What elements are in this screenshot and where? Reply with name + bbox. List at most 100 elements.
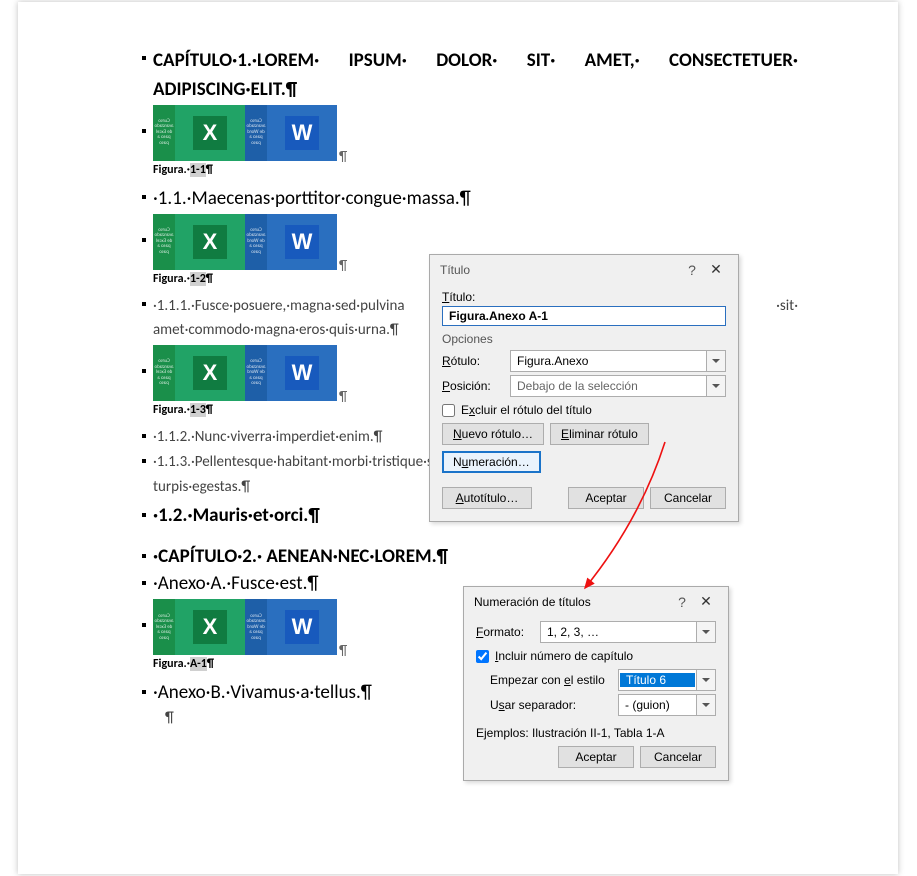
h3-text-b: ·sit· bbox=[776, 296, 798, 318]
book-spine: Curso avanzado de Word paso a paso bbox=[245, 599, 267, 655]
posicion-label: Posición: bbox=[442, 379, 502, 393]
include-chapter-checkbox[interactable]: Incluir número de capítulo bbox=[476, 649, 716, 663]
word-book-image: Curso avanzado de Word paso a paso W bbox=[245, 345, 337, 401]
excel-book-image: Curso avanzado de Excel paso a paso X bbox=[153, 345, 245, 401]
checkbox-input[interactable] bbox=[442, 404, 455, 417]
separator-label: Usar separador: bbox=[490, 698, 610, 712]
h3-text-b: turpis·egestas.¶ bbox=[153, 478, 250, 496]
caption-end: ¶ bbox=[206, 163, 213, 177]
book-spine: Curso avanzado de Excel paso a paso bbox=[153, 599, 175, 655]
book-cover: X bbox=[175, 345, 245, 401]
ok-button[interactable]: Aceptar bbox=[558, 746, 634, 768]
help-icon[interactable]: ? bbox=[670, 594, 694, 610]
word-icon: W bbox=[285, 116, 319, 150]
exclude-label-checkbox[interactable]: Excluir el rótulo del título bbox=[442, 403, 726, 417]
excel-book-image: Curso avanzado de Excel paso a paso X bbox=[153, 599, 245, 655]
word-icon: W bbox=[285, 610, 319, 644]
cancel-button[interactable]: Cancelar bbox=[640, 746, 716, 768]
excel-icon: X bbox=[193, 356, 227, 390]
dialog-titlebar[interactable]: Título ? ✕ bbox=[430, 255, 738, 282]
start-style-row: Empezar con el estilo Título 6 bbox=[490, 669, 716, 691]
book-spine: Curso avanzado de Excel paso a paso bbox=[153, 345, 175, 401]
accel-key: T bbox=[442, 290, 449, 304]
accel-key: e bbox=[564, 673, 571, 687]
combo-value: Título 6 bbox=[620, 673, 695, 687]
para-bullet bbox=[142, 513, 146, 517]
accel-key: P bbox=[442, 379, 450, 393]
excel-icon: X bbox=[193, 225, 227, 259]
pilcrow-mark: ¶ bbox=[339, 257, 347, 274]
para-bullet bbox=[142, 459, 146, 463]
caption-title-input[interactable] bbox=[442, 306, 726, 326]
caption-dialog[interactable]: Título ? ✕ Título: Opciones Rótulo: Figu… bbox=[429, 254, 739, 522]
caption-prefix: Figura.· bbox=[153, 403, 190, 417]
start-style-combo[interactable]: Título 6 bbox=[618, 669, 716, 691]
book-cover: W bbox=[267, 345, 337, 401]
book-cover: W bbox=[267, 214, 337, 270]
excel-book-image: Curso avanzado de Excel paso a paso X bbox=[153, 214, 245, 270]
caption-numbering-dialog[interactable]: Numeración de títulos ? ✕ Formato: 1, 2,… bbox=[463, 586, 729, 781]
examples-label: Ejemplos: Ilustración II-1, Tabla 1-A bbox=[476, 726, 716, 740]
new-label-button[interactable]: Nuevo rótulo… bbox=[442, 423, 544, 445]
para-bullet bbox=[142, 434, 146, 438]
para-bullet bbox=[142, 56, 146, 60]
para-bullet bbox=[142, 623, 146, 627]
caption-prefix: Figura.· bbox=[153, 163, 190, 177]
format-label: Formato: bbox=[476, 625, 532, 639]
book-spine: Curso avanzado de Word paso a paso bbox=[245, 214, 267, 270]
label-row-rotulo: Rótulo: Figura.Anexo bbox=[442, 350, 726, 372]
h2-text: ·1.2.·Mauris·et·orci.¶ bbox=[153, 504, 320, 527]
format-combo[interactable]: 1, 2, 3, … bbox=[540, 621, 716, 643]
close-icon[interactable]: ✕ bbox=[694, 593, 718, 610]
word-icon: W bbox=[285, 225, 319, 259]
close-icon[interactable]: ✕ bbox=[704, 261, 728, 278]
accel-key: A bbox=[456, 491, 464, 505]
accel-key: I bbox=[495, 649, 498, 663]
chevron-down-icon[interactable] bbox=[696, 695, 715, 715]
pilcrow-mark: ¶ bbox=[339, 148, 347, 165]
delete-label-button[interactable]: Eliminar rótulo bbox=[550, 423, 649, 445]
options-label: Opciones bbox=[442, 332, 726, 346]
book-cover: X bbox=[175, 214, 245, 270]
h2-text: ·1.1.·Maecenas·porttitor·congue·massa.¶ bbox=[153, 187, 471, 210]
posicion-combo[interactable]: Debajo de la selección bbox=[510, 375, 726, 397]
dialog-title: Título bbox=[440, 263, 680, 277]
para-bullet bbox=[142, 195, 146, 199]
chevron-down-icon[interactable] bbox=[696, 622, 715, 642]
pilcrow-mark: ¶ bbox=[339, 388, 347, 405]
checkbox-label: Excluir el rótulo del título bbox=[461, 403, 592, 417]
h3-text-a: ·1.1.1.·Fusce·posuere,·magna·sed·pulvina bbox=[153, 297, 405, 315]
dialog-body: Formato: 1, 2, 3, … Incluir número de ca… bbox=[464, 614, 728, 780]
button-row: Aceptar Cancelar bbox=[476, 746, 716, 768]
format-row: Formato: 1, 2, 3, … bbox=[476, 621, 716, 643]
cancel-button[interactable]: Cancelar bbox=[650, 487, 726, 509]
heading-1-ch2: ·CAPÍTULO·2.· AENEAN·NEC·LOREM.¶ bbox=[153, 545, 798, 568]
separator-combo[interactable]: - (guion) bbox=[618, 694, 716, 716]
chevron-down-icon[interactable] bbox=[696, 670, 715, 690]
h1-text: ·CAPÍTULO·2.· AENEAN·NEC·LOREM.¶ bbox=[153, 545, 448, 568]
dialog-titlebar[interactable]: Numeración de títulos ? ✕ bbox=[464, 587, 728, 614]
figure-caption-1: Figura.·1-1¶ bbox=[153, 163, 798, 177]
rotulo-combo[interactable]: Figura.Anexo bbox=[510, 350, 726, 372]
caption-end: ¶ bbox=[206, 272, 213, 286]
chevron-down-icon[interactable] bbox=[706, 351, 725, 371]
chevron-down-icon[interactable] bbox=[706, 376, 725, 396]
ok-button[interactable]: Aceptar bbox=[568, 487, 644, 509]
autocaption-button[interactable]: Autotítulo… bbox=[442, 487, 532, 509]
combo-value: 1, 2, 3, … bbox=[541, 625, 696, 639]
combo-value: Debajo de la selección bbox=[511, 379, 706, 393]
help-icon[interactable]: ? bbox=[680, 262, 704, 278]
accel-key: E bbox=[561, 427, 569, 441]
book-spine: Curso avanzado de Excel paso a paso bbox=[153, 105, 175, 161]
para-bullet bbox=[142, 581, 146, 585]
title-label: Título: bbox=[442, 290, 726, 304]
h2-text: ·Anexo·B.·Vivamus·a·tellus.¶ bbox=[153, 681, 372, 704]
book-spine: Curso avanzado de Word paso a paso bbox=[245, 345, 267, 401]
numbering-button[interactable]: Numeración… bbox=[442, 451, 541, 473]
checkbox-input[interactable] bbox=[476, 650, 489, 663]
para-bullet bbox=[142, 690, 146, 694]
h2-text: ·Anexo·A.·Fusce·est.¶ bbox=[153, 572, 319, 595]
h3-text: ·1.1.2.·Nunc·viverra·imperdiet·enim.¶ bbox=[153, 428, 382, 446]
accel-key: F bbox=[476, 625, 483, 639]
combo-value: Figura.Anexo bbox=[511, 354, 706, 368]
